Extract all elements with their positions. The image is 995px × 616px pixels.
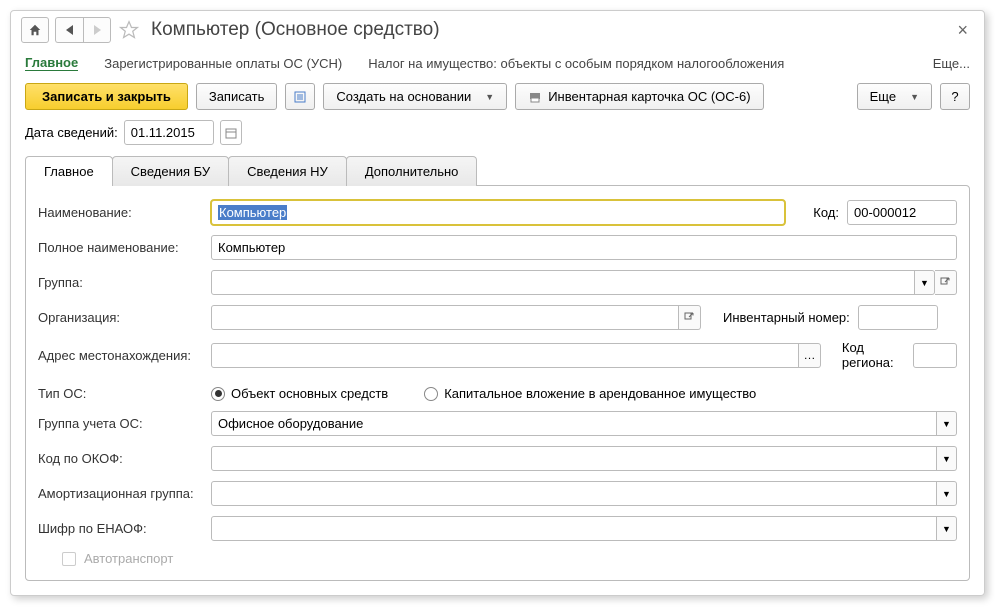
group-combo[interactable]: ▼ xyxy=(211,270,957,295)
menu-row: Главное Зарегистрированные оплаты ОС (УС… xyxy=(11,47,984,83)
radio-icon xyxy=(211,387,225,401)
ellipsis-button[interactable]: … xyxy=(799,343,821,368)
menu-tax[interactable]: Налог на имущество: объекты с особым пор… xyxy=(368,56,784,71)
group-label: Группа: xyxy=(38,275,203,290)
printer-icon xyxy=(528,91,542,103)
inventory-card-button[interactable]: Инвентарная карточка ОС (ОС-6) xyxy=(515,83,763,110)
org-label: Организация: xyxy=(38,310,203,325)
amort-combo[interactable]: ▼ xyxy=(211,481,957,506)
type-label: Тип ОС: xyxy=(38,386,203,401)
inv-num-label: Инвентарный номер: xyxy=(723,310,850,325)
okof-label: Код по ОКОФ: xyxy=(38,451,203,466)
more-button[interactable]: Еще▼ xyxy=(857,83,932,110)
auto-checkbox xyxy=(62,552,76,566)
open-button[interactable] xyxy=(935,270,957,295)
forward-button[interactable] xyxy=(83,17,111,43)
help-button[interactable]: ? xyxy=(940,83,970,110)
type-option-object[interactable]: Объект основных средств xyxy=(211,386,388,401)
titlebar: Компьютер (Основное средство) × xyxy=(11,11,984,47)
tab-nu[interactable]: Сведения НУ xyxy=(228,156,347,186)
open-button[interactable] xyxy=(679,305,701,330)
date-input[interactable] xyxy=(124,120,214,145)
back-button[interactable] xyxy=(55,17,83,43)
save-button[interactable]: Записать xyxy=(196,83,278,110)
chevron-down-icon: ▼ xyxy=(910,92,919,102)
save-and-close-button[interactable]: Записать и закрыть xyxy=(25,83,188,110)
toolbar: Записать и закрыть Записать Создать на о… xyxy=(11,83,984,120)
chevron-down-icon[interactable]: ▼ xyxy=(915,270,935,295)
amort-label: Амортизационная группа: xyxy=(38,486,203,501)
okof-combo[interactable]: ▼ xyxy=(211,446,957,471)
tab-main[interactable]: Главное xyxy=(25,156,113,186)
type-option-capital[interactable]: Капитальное вложение в арендованное имущ… xyxy=(424,386,756,401)
code-input[interactable] xyxy=(847,200,957,225)
menu-main[interactable]: Главное xyxy=(25,55,78,71)
calendar-button[interactable] xyxy=(220,120,242,145)
home-button[interactable] xyxy=(21,17,49,43)
chevron-down-icon[interactable]: ▼ xyxy=(937,481,957,506)
tabs: Главное Сведения БУ Сведения НУ Дополнит… xyxy=(11,155,984,185)
address-input[interactable]: … xyxy=(211,343,821,368)
name-label: Наименование: xyxy=(38,205,203,220)
chevron-down-icon[interactable]: ▼ xyxy=(937,446,957,471)
chevron-down-icon: ▼ xyxy=(485,92,494,102)
tab-content: Наименование: Компьютер Код: Полное наим… xyxy=(25,185,970,581)
code-label: Код: xyxy=(813,205,839,220)
fullname-input[interactable] xyxy=(211,235,957,260)
inv-num-input[interactable] xyxy=(858,305,938,330)
group-acc-label: Группа учета ОС: xyxy=(38,416,203,431)
create-based-on-button[interactable]: Создать на основании▼ xyxy=(323,83,507,110)
chevron-down-icon[interactable]: ▼ xyxy=(937,516,957,541)
favorite-icon[interactable] xyxy=(117,18,141,42)
fullname-label: Полное наименование: xyxy=(38,240,203,255)
enaof-label: Шифр по ЕНАОФ: xyxy=(38,521,203,536)
address-label: Адрес местонахождения: xyxy=(38,348,203,363)
window: Компьютер (Основное средство) × Главное … xyxy=(10,10,985,596)
nav-group xyxy=(55,17,111,43)
auto-label: Автотранспорт xyxy=(84,551,173,566)
chevron-down-icon[interactable]: ▼ xyxy=(937,411,957,436)
close-button[interactable]: × xyxy=(951,20,974,41)
group-acc-combo[interactable]: Офисное оборудование ▼ xyxy=(211,411,957,436)
date-row: Дата сведений: xyxy=(11,120,984,155)
list-icon-button[interactable] xyxy=(285,83,315,110)
tab-extra[interactable]: Дополнительно xyxy=(346,156,478,186)
radio-icon xyxy=(424,387,438,401)
region-input[interactable] xyxy=(913,343,957,368)
menu-more[interactable]: Еще... xyxy=(933,56,970,71)
tab-bu[interactable]: Сведения БУ xyxy=(112,156,230,186)
window-title: Компьютер (Основное средство) xyxy=(151,19,945,41)
region-label: Код региона: xyxy=(842,340,905,370)
date-label: Дата сведений: xyxy=(25,125,118,140)
menu-usn[interactable]: Зарегистрированные оплаты ОС (УСН) xyxy=(104,56,342,71)
enaof-combo[interactable]: ▼ xyxy=(211,516,957,541)
org-combo[interactable] xyxy=(211,305,701,330)
name-input[interactable]: Компьютер xyxy=(211,200,785,225)
